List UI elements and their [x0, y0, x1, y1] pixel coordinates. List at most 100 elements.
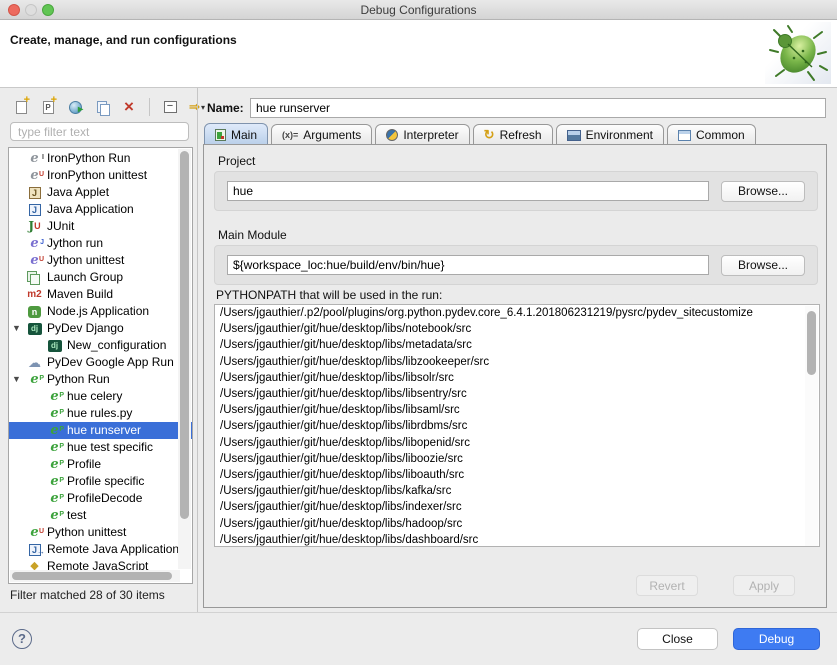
pythonpath-entry[interactable]: /Users/jgauthier/git/hue/desktop/libs/ka…	[215, 483, 819, 499]
revert-button[interactable]: Revert	[636, 575, 698, 596]
tree-item-maven-build[interactable]: m2Maven Build	[9, 286, 192, 303]
junit-icon: JU	[26, 219, 43, 234]
pythonpath-entry[interactable]: /Users/jgauthier/git/hue/desktop/libs/no…	[215, 321, 819, 337]
tree-item-junit[interactable]: JUJUnit	[9, 218, 192, 235]
pythonpath-list[interactable]: /Users/jgauthier/.p2/pool/plugins/org.py…	[214, 304, 820, 547]
configurations-tree[interactable]: eIIronPython RuneUIronPython unittestJJa…	[8, 147, 193, 584]
pythonpath-entry[interactable]: /Users/jgauthier/git/hue/desktop/libs/ha…	[215, 516, 819, 532]
tree-item-java-application[interactable]: JJava Application	[9, 201, 192, 218]
pythonpath-entry[interactable]: /Users/jgauthier/git/hue/desktop/libs/li…	[215, 370, 819, 386]
pythonpath-scrollbar[interactable]	[805, 306, 818, 547]
tree-item-hue-runserver[interactable]: ePhue runserver	[9, 422, 192, 439]
delete-configuration-button[interactable]: ×	[118, 96, 140, 118]
tree-item-label: Java Applet	[47, 184, 109, 201]
tree-horizontal-scrollbar-thumb[interactable]	[12, 572, 172, 580]
pythonpath-entry[interactable]: /Users/jgauthier/git/hue/desktop/libs/li…	[215, 418, 819, 434]
tab-label: Arguments	[303, 128, 361, 142]
tree-vertical-scrollbar[interactable]	[178, 149, 191, 569]
close-button[interactable]: Close	[637, 628, 718, 650]
tree-item-label: test	[67, 507, 86, 524]
tree-item-ironpython-unittest[interactable]: eUIronPython unittest	[9, 167, 192, 184]
tree-item-hue-rules-py[interactable]: ePhue rules.py	[9, 405, 192, 422]
tree-item-ironpython-run[interactable]: eI IronPython Run	[9, 150, 192, 167]
tree-item-label: Jython unittest	[47, 252, 124, 269]
tree-item-new-configuration[interactable]: djNew_configuration	[9, 337, 192, 354]
tree-item-label: IronPython Run	[47, 150, 130, 167]
tree-item-jython-unittest[interactable]: eU Jython unittest	[9, 252, 192, 269]
tree-item-python-run[interactable]: ▼ePPython Run	[9, 371, 192, 388]
tree-item-label: hue test specific	[67, 439, 153, 456]
new-prototype-button[interactable]: P+	[37, 96, 59, 118]
tree-vertical-scrollbar-thumb[interactable]	[180, 151, 189, 519]
refresh-tab-icon: ↻	[484, 127, 495, 143]
new-prototype-icon: P+	[39, 98, 57, 116]
project-browse-button[interactable]: Browse...	[721, 181, 805, 202]
tree-item-hue-celery[interactable]: ePhue celery	[9, 388, 192, 405]
tab-common[interactable]: Common	[667, 124, 756, 145]
tree-item-remote-java-application[interactable]: J→Remote Java Application	[9, 541, 192, 558]
tree-item-profile-specific[interactable]: ePProfile specific	[9, 473, 192, 490]
python-run-icon: eP	[46, 423, 63, 438]
pythonpath-scrollbar-thumb[interactable]	[807, 311, 816, 375]
pythonpath-entry[interactable]: /Users/jgauthier/.p2/pool/plugins/org.py…	[215, 305, 819, 321]
tree-item-pydev-django[interactable]: ▼djPyDev Django	[9, 320, 192, 337]
pythonpath-entry[interactable]: /Users/jgauthier/git/hue/desktop/libs/li…	[215, 435, 819, 451]
tree-item-label: Profile	[67, 456, 101, 473]
tree-horizontal-scrollbar[interactable]	[10, 570, 180, 582]
tab-interpreter[interactable]: Interpreter	[375, 124, 469, 145]
expand-arrow-icon[interactable]: ▼	[12, 371, 24, 388]
pythonpath-entry[interactable]: /Users/jgauthier/git/hue/desktop/libs/li…	[215, 402, 819, 418]
tree-item-hue-test-specific[interactable]: eP hue test specific	[9, 439, 192, 456]
expand-arrow-icon[interactable]: ▼	[12, 320, 24, 337]
title-bar: Debug Configurations	[0, 0, 837, 20]
tree-item-python-unittest[interactable]: eUPython unittest	[9, 524, 192, 541]
debug-button[interactable]: Debug	[733, 628, 820, 650]
project-group: Browse...	[214, 171, 818, 211]
pythonpath-entry[interactable]: /Users/jgauthier/git/hue/desktop/libs/li…	[215, 386, 819, 402]
collapse-all-button[interactable]: −	[159, 96, 181, 118]
python-run-icon: eP	[46, 440, 63, 455]
tree-item-profiledecode[interactable]: ePProfileDecode	[9, 490, 192, 507]
tree-item-launch-group[interactable]: Launch Group	[9, 269, 192, 286]
tree-item-node-js-application[interactable]: nNode.js Application	[9, 303, 192, 320]
pythonpath-entry[interactable]: /Users/jgauthier/git/hue/desktop/libs/li…	[215, 467, 819, 483]
tree-item-label: ProfileDecode	[67, 490, 142, 507]
filter-input[interactable]	[10, 122, 189, 141]
dialog-footer: ? Close Debug	[0, 612, 837, 665]
main-module-input[interactable]	[227, 255, 709, 275]
tree-item-label: Profile specific	[67, 473, 144, 490]
duplicate-configuration-button[interactable]	[91, 96, 113, 118]
pythonpath-entry[interactable]: /Users/jgauthier/git/hue/desktop/libs/li…	[215, 451, 819, 467]
tab-arguments[interactable]: (x)=Arguments	[271, 124, 372, 145]
pythonpath-entry[interactable]: /Users/jgauthier/git/hue/desktop/libs/li…	[215, 354, 819, 370]
pythonpath-entry[interactable]: /Users/jgauthier/git/hue/desktop/libs/me…	[215, 337, 819, 353]
tree-item-label: Maven Build	[47, 286, 113, 303]
tree-item-test[interactable]: eP test	[9, 507, 192, 524]
name-input[interactable]	[250, 98, 826, 118]
tab-environment[interactable]: Environment	[556, 124, 664, 145]
tree-item-jython-run[interactable]: eJJython run	[9, 235, 192, 252]
ironpython-run-icon: eI	[26, 151, 43, 166]
tree-item-profile[interactable]: eP Profile	[9, 456, 192, 473]
tree-item-label: New_configuration	[67, 337, 166, 354]
python-run-icon: eP	[46, 508, 63, 523]
main-module-browse-button[interactable]: Browse...	[721, 255, 805, 276]
tree-item-java-applet[interactable]: JJava Applet	[9, 184, 192, 201]
tree-item-pydev-google-app-run[interactable]: ☁PyDev Google App Run	[9, 354, 192, 371]
python-run-icon: eP	[46, 457, 63, 472]
python-run-icon: eP	[46, 389, 63, 404]
project-input[interactable]	[227, 181, 709, 201]
tab-refresh[interactable]: ↻Refresh	[473, 124, 553, 145]
tab-main[interactable]: Main	[204, 123, 268, 145]
window-title: Debug Configurations	[0, 3, 837, 17]
help-button[interactable]: ?	[12, 629, 32, 649]
new-configuration-button[interactable]: +	[10, 96, 32, 118]
tree-item-label: Java Application	[47, 201, 134, 218]
python-run-icon: eP	[26, 372, 43, 387]
jython-unittest-icon: eU	[26, 253, 43, 268]
export-configurations-button[interactable]: ▸	[64, 96, 86, 118]
apply-button[interactable]: Apply	[733, 575, 795, 596]
jython-run-icon: eJ	[26, 236, 43, 251]
pythonpath-entry[interactable]: /Users/jgauthier/git/hue/desktop/libs/in…	[215, 499, 819, 515]
pythonpath-entry[interactable]: /Users/jgauthier/git/hue/desktop/libs/da…	[215, 532, 819, 547]
